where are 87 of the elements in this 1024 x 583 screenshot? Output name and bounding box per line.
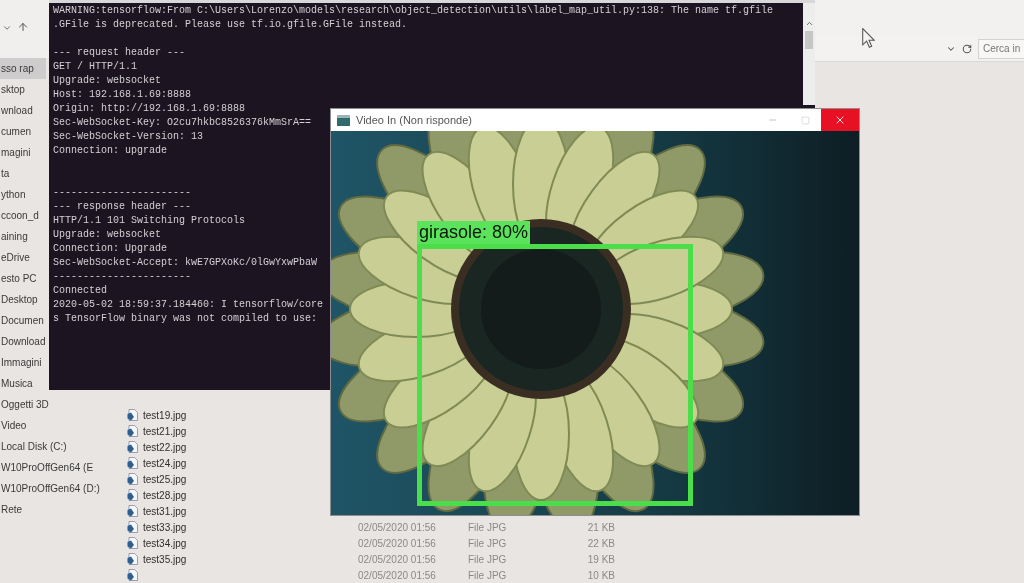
console-line: 2020-05-02 18:59:37.184460: I tensorflow/core: [53, 298, 324, 312]
file-date: 02/05/2020 01:56: [358, 568, 436, 583]
console-line: Host: 192.168.1.69:8888: [53, 88, 192, 102]
close-icon: [834, 114, 846, 126]
file-name[interactable]: test33.jpg: [143, 519, 187, 535]
image-file-icon: [127, 537, 139, 549]
nav-item[interactable]: W10ProOffGen64 (D:): [0, 478, 104, 499]
maximize-icon: [800, 115, 810, 125]
nav-item[interactable]: Video: [0, 415, 31, 436]
console-line: .GFile is deprecated. Please use tf.io.gfile.GFile instead.: [53, 18, 408, 32]
nav-item[interactable]: eDrive: [0, 247, 46, 268]
chevron-up-icon[interactable]: [804, 19, 814, 28]
console-line: --- response header ---: [53, 200, 192, 214]
console-line: Upgrade: websocket: [53, 74, 162, 88]
file-name[interactable]: test24.jpg: [143, 455, 187, 471]
nav-item[interactable]: wnload: [0, 100, 46, 121]
nav-item[interactable]: Desktop: [0, 289, 46, 310]
console-line: Sec-WebSocket-Version: 13: [53, 130, 204, 144]
image-file-icon: [127, 553, 139, 565]
window-title: Video In (Non risponde): [356, 112, 472, 128]
scrollbar-thumb[interactable]: [805, 31, 813, 49]
console-line: Sec-WebSocket-Key: O2cu7hkbC8526376kMmSrA==: [53, 116, 312, 130]
console-line: -----------------------: [53, 186, 192, 200]
console-line: WARNING:tensorflow:From C:\Users\Lorenzo\models\research\object_detection\utils\label_map_util.py:138: The name tf.gfile: [53, 4, 774, 18]
file-name[interactable]: test28.jpg: [143, 487, 187, 503]
nav-item[interactable]: cumen: [0, 121, 46, 142]
console-line: -----------------------: [53, 270, 192, 284]
search-field[interactable]: Cerca in: [978, 38, 1024, 59]
file-date: 02/05/2020 01:56: [358, 552, 436, 567]
nav-item[interactable]: ccoon_d: [0, 205, 46, 226]
image-file-icon: [127, 441, 139, 453]
refresh-icon[interactable]: [962, 43, 972, 54]
console-line: GET / HTTP/1.1: [53, 60, 137, 74]
scrollbar[interactable]: [803, 3, 815, 105]
image-file-icon: [127, 425, 139, 437]
image-file-icon: [127, 457, 139, 469]
file-date: 02/05/2020 01:56: [358, 520, 436, 535]
console-line: Connected: [53, 284, 107, 298]
nav-item[interactable]: Rete: [0, 499, 27, 520]
file-type: File JPG: [468, 520, 507, 535]
image-file-icon: [127, 569, 139, 581]
console-line: s TensorFlow binary was not compiled to use:: [53, 312, 318, 326]
nav-item[interactable]: esto PC: [0, 268, 46, 289]
nav-item[interactable]: Musica: [0, 373, 46, 394]
file-name[interactable]: test25.jpg: [143, 471, 187, 487]
console-line: --- request header ---: [53, 46, 186, 60]
nav-item[interactable]: aining: [0, 226, 46, 247]
console-line: Sec-WebSocket-Accept: kwE7GPXoKc/0lGwYxwPbaW: [53, 256, 318, 270]
image-file-icon: [127, 409, 139, 421]
file-type: File JPG: [468, 552, 507, 567]
console-line: Origin: http://192.168.1.69:8888: [53, 102, 246, 116]
image-file-icon: [127, 505, 139, 517]
detection-label: girasole: 80%: [417, 221, 531, 244]
image-file-icon: [127, 489, 139, 501]
file-name[interactable]: test31.jpg: [143, 503, 187, 519]
file-name[interactable]: test35.jpg: [143, 551, 187, 567]
console-line: Upgrade: websocket: [53, 228, 162, 242]
file-size: 21 KB: [587, 520, 615, 535]
nav-item[interactable]: W10ProOffGen64 (E: [0, 457, 98, 478]
nav-item[interactable]: Local Disk (C:): [0, 436, 71, 457]
nav-item[interactable]: Documen: [0, 310, 46, 331]
file-name[interactable]: test19.jpg: [143, 407, 187, 423]
image-file-icon: [127, 473, 139, 485]
nav-item[interactable]: Immagini: [0, 352, 46, 373]
file-name[interactable]: test21.jpg: [143, 423, 187, 439]
nav-item[interactable]: Oggetti 3D: [0, 394, 53, 415]
nav-item[interactable]: Download: [0, 331, 46, 352]
file-name[interactable]: test22.jpg: [143, 439, 187, 455]
file-name[interactable]: test34.jpg: [143, 535, 187, 551]
nav-item[interactable]: ython: [0, 184, 46, 205]
file-date: 02/05/2020 01:56: [358, 536, 436, 551]
file-size: 22 KB: [587, 536, 615, 551]
file-size: 10 KB: [587, 568, 615, 583]
file-type: File JPG: [468, 536, 507, 551]
console-line: Connection: Upgrade: [53, 242, 168, 256]
console-line: HTTP/1.1 101 Switching Protocols: [53, 214, 246, 228]
file-size: 19 KB: [587, 552, 615, 567]
chevron-down-icon[interactable]: [2, 23, 12, 33]
file-type: File JPG: [468, 568, 507, 583]
arrow-up-icon[interactable]: [17, 21, 29, 33]
image-file-icon: [127, 521, 139, 533]
nav-item[interactable]: sktop: [0, 79, 46, 100]
window-icon: [337, 114, 350, 126]
nav-item[interactable]: magini: [0, 142, 46, 163]
console-line: Connection: upgrade: [53, 144, 168, 158]
nav-item[interactable]: ta: [0, 163, 46, 184]
nav-item[interactable]: sso rap: [0, 58, 46, 79]
